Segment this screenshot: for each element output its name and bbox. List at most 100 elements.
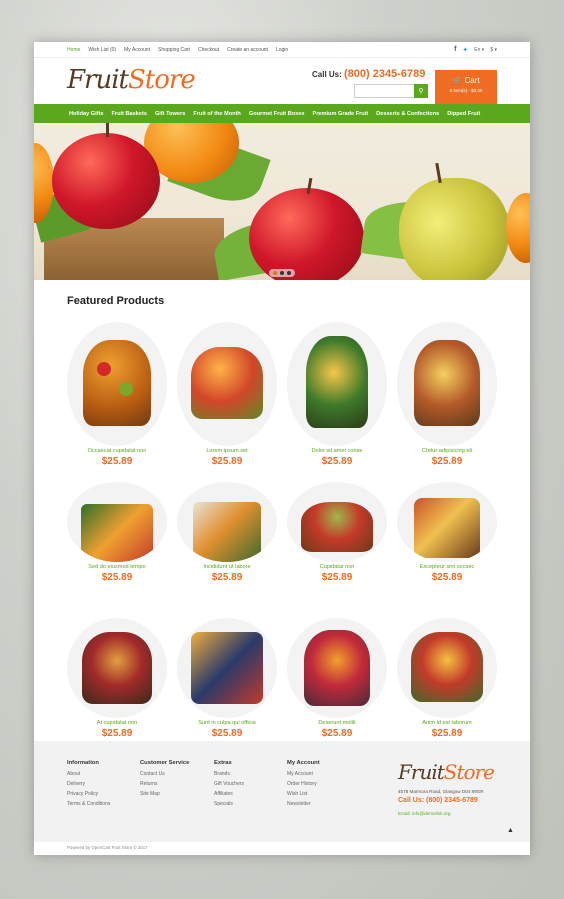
footer-link[interactable]: Contact Us <box>140 771 189 777</box>
product-image[interactable] <box>287 618 387 718</box>
product-name[interactable]: Sed do eiusmod tempo <box>67 564 167 570</box>
slider-dot[interactable] <box>273 271 277 275</box>
footer-link[interactable]: Affiliates <box>214 791 244 797</box>
product-card[interactable]: Lorem ipsum set $25.89 <box>177 322 277 467</box>
slider-dot[interactable] <box>287 271 291 275</box>
product-price: $25.89 <box>101 572 133 583</box>
footer-link[interactable]: Site Map <box>140 791 189 797</box>
page-frame: Home Wish List (0) My Account Shopping C… <box>34 42 530 855</box>
nav-item-fruit-baskets[interactable]: Fruit Baskets <box>112 111 147 117</box>
logo-fruit: Fruit <box>67 65 129 95</box>
facebook-icon[interactable]: f <box>454 46 456 53</box>
hero-banner[interactable] <box>34 123 530 280</box>
product-name[interactable]: Dolor sit amet conse <box>287 448 387 454</box>
product-image[interactable] <box>67 618 167 718</box>
footer-link[interactable]: Specials <box>214 801 244 807</box>
footer-logo[interactable]: FruitStore <box>398 760 495 784</box>
product-card[interactable]: Dolor sit amet conse $25.89 <box>287 322 387 467</box>
cart-icon: 🛒 <box>452 76 463 85</box>
product-image[interactable] <box>397 322 497 446</box>
product-card[interactable]: Occaecat cupidatat non $25.89 <box>67 322 167 467</box>
product-card[interactable]: Sunt in culpa qui officia $25.89 <box>177 618 277 739</box>
product-image[interactable] <box>67 322 167 446</box>
product-name[interactable]: Excepteur sint occaec <box>397 564 497 570</box>
product-name[interactable]: Ctetur adipisicing eli <box>397 448 497 454</box>
footer-col-customer-service: Customer Service Contact Us Returns Site… <box>140 760 189 801</box>
product-card[interactable]: Incididunt ut labore $25.89 <box>177 482 277 583</box>
footer-link[interactable]: Order History <box>287 781 320 787</box>
product-image[interactable] <box>287 322 387 446</box>
top-link-account[interactable]: My Account <box>124 47 150 53</box>
product-card[interactable]: Sed do eiusmod tempo $25.89 <box>67 482 167 583</box>
nav-item-desserts[interactable]: Desserts & Confections <box>376 111 439 117</box>
product-card[interactable]: Anim id est laborum $25.89 <box>397 618 497 739</box>
top-bar-right: f ✦ En ▾ $ ▾ <box>454 46 497 54</box>
footer-link[interactable]: Wish List <box>287 791 320 797</box>
top-link-wishlist[interactable]: Wish List (0) <box>88 47 116 53</box>
search-button[interactable]: ⚲ <box>414 84 428 98</box>
language-select[interactable]: En ▾ <box>474 47 484 53</box>
footer-link[interactable]: Terms & Conditions <box>67 801 110 807</box>
banner-apple <box>249 188 364 280</box>
footer-link[interactable]: Gift Vouchers <box>214 781 244 787</box>
logo[interactable]: FruitStore <box>67 65 196 95</box>
product-card[interactable]: Ctetur adipisicing eli $25.89 <box>397 322 497 467</box>
nav-item-fruit-of-month[interactable]: Fruit of the Month <box>193 111 241 117</box>
product-card[interactable]: Deserunt mollit $25.89 <box>287 618 387 739</box>
footer: Information About Delivery Privacy Polic… <box>34 741 530 842</box>
top-link-checkout[interactable]: Checkout <box>198 47 219 53</box>
product-image[interactable] <box>67 482 167 562</box>
footer-heading: Customer Service <box>140 760 190 766</box>
product-name[interactable]: Anim id est laborum <box>397 720 497 726</box>
footer-link[interactable]: Delivery <box>67 781 110 787</box>
product-card[interactable]: At cupidatat non $25.89 <box>67 618 167 739</box>
top-link-cart[interactable]: Shopping Cart <box>158 47 190 53</box>
footer-col-my-account: My Account My Account Order History Wish… <box>287 760 320 811</box>
header: FruitStore Call Us: (800) 2345-6789 ⚲ 🛒 … <box>34 58 530 104</box>
footer-email[interactable]: Email: info@demolink.org <box>398 811 450 816</box>
product-basket <box>414 498 480 558</box>
nav-item-gourmet-boxes[interactable]: Gourmet Fruit Boxes <box>249 111 305 117</box>
product-price: $25.89 <box>211 572 243 583</box>
nav-item-gift-towers[interactable]: Gift Towers <box>155 111 185 117</box>
product-name[interactable]: Occaecat cupidatat non <box>67 448 167 454</box>
product-name[interactable]: Deserunt mollit <box>287 720 387 726</box>
footer-link[interactable]: Returns <box>140 781 189 787</box>
footer-link[interactable]: About <box>67 771 110 777</box>
product-name[interactable]: Lorem ipsum set <box>177 448 277 454</box>
copyright: Powered by OpenCart Fruit Store © 2017 <box>67 845 148 850</box>
top-link-home[interactable]: Home <box>67 47 80 53</box>
product-price: $25.89 <box>431 456 463 467</box>
footer-link[interactable]: Privacy Policy <box>67 791 110 797</box>
product-image[interactable] <box>177 482 277 562</box>
cart-summary: 0 item(s) - $0.00 <box>449 88 483 93</box>
top-link-login[interactable]: Login <box>276 47 288 53</box>
product-name[interactable]: Sunt in culpa qui officia <box>177 720 277 726</box>
twitter-icon[interactable]: ✦ <box>462 46 468 54</box>
footer-link[interactable]: Brands <box>214 771 244 777</box>
product-card[interactable]: Cupidatat non $25.89 <box>287 482 387 583</box>
main-nav: Holiday Gifts Fruit Baskets Gift Towers … <box>34 104 530 123</box>
currency-select[interactable]: $ ▾ <box>490 47 497 53</box>
footer-link[interactable]: My Account <box>287 771 320 777</box>
product-image[interactable] <box>177 322 277 446</box>
footer-link[interactable]: Newsletter <box>287 801 320 807</box>
nav-item-dipped-fruit[interactable]: Dipped Fruit <box>447 111 480 117</box>
top-link-register[interactable]: Create an account <box>227 47 268 53</box>
product-card[interactable]: Excepteur sint occaec $25.89 <box>397 482 497 583</box>
scroll-to-top-icon[interactable]: ▲ <box>507 827 514 834</box>
product-basket <box>191 632 263 704</box>
product-image[interactable] <box>397 618 497 718</box>
nav-item-premium-fruit[interactable]: Premium Grade Fruit <box>313 111 369 117</box>
product-name[interactable]: Incididunt ut labore <box>177 564 277 570</box>
product-name[interactable]: Cupidatat non <box>287 564 387 570</box>
product-image[interactable] <box>397 482 497 562</box>
slider-dot[interactable] <box>280 271 284 275</box>
nav-item-holiday-gifts[interactable]: Holiday Gifts <box>69 111 104 117</box>
footer-col-extras: Extras Brands Gift Vouchers Affiliates S… <box>214 760 244 811</box>
cart-button[interactable]: 🛒 Cart 0 item(s) - $0.00 <box>435 70 497 104</box>
product-image[interactable] <box>177 618 277 718</box>
product-name[interactable]: At cupidatat non <box>67 720 167 726</box>
product-image[interactable] <box>287 482 387 562</box>
product-basket <box>191 347 263 419</box>
